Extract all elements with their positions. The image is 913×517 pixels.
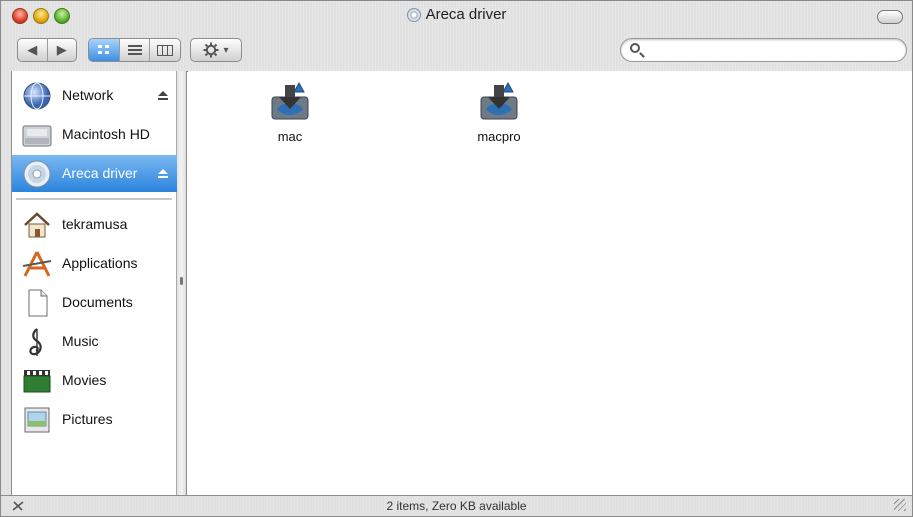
window-left-edge	[1, 71, 11, 495]
movies-icon	[23, 370, 51, 393]
window-title-area: Areca driver	[1, 6, 912, 26]
sidebar-item-applications[interactable]: Applications	[12, 245, 177, 282]
status-bar: 2 items, Zero KB available	[1, 495, 912, 516]
sidebar-item-network[interactable]: Network	[12, 77, 177, 114]
back-button[interactable]: ◀	[18, 39, 48, 61]
sidebar-item-music[interactable]: Music	[12, 323, 177, 360]
file-name: mac	[277, 129, 303, 144]
file-item-macpro[interactable]: macpro	[454, 71, 544, 144]
cd-icon	[406, 7, 421, 22]
chevron-down-icon: ▾	[223, 44, 229, 56]
sidebar-item-macintosh-hd[interactable]: Macintosh HD	[12, 116, 177, 153]
column-view-icon	[157, 44, 174, 56]
sidebar-item-label: Network	[62, 87, 114, 103]
network-icon	[23, 82, 51, 110]
sidebar-item-label: Areca driver	[62, 165, 138, 181]
view-mode-control	[88, 38, 181, 62]
eject-icon[interactable]	[157, 91, 169, 100]
forward-button[interactable]: ▶	[48, 39, 77, 61]
sidebar-item-areca-driver[interactable]: Areca driver	[12, 155, 177, 192]
sidebar-item-label: tekramusa	[62, 216, 128, 232]
cd-icon	[23, 160, 51, 188]
toolbar-toggle-button[interactable]	[877, 10, 903, 24]
home-icon	[24, 212, 50, 238]
sidebar-item-label: Applications	[62, 255, 138, 271]
sidebar-item-label: Macintosh HD	[62, 126, 150, 142]
sidebar-item-label: Movies	[62, 372, 107, 388]
file-browser: mac macpro	[188, 71, 912, 495]
sidebar-item-movies[interactable]: Movies	[12, 362, 177, 399]
music-icon	[29, 328, 42, 356]
search-field[interactable]	[620, 38, 907, 62]
file-name: macpro	[477, 129, 521, 144]
sidebar-item-label: Documents	[62, 294, 133, 310]
window-title: Areca driver	[425, 6, 507, 23]
back-forward-control: ◀ ▶	[17, 38, 77, 62]
sidebar-item-label: Pictures	[62, 411, 113, 427]
splitter-handle[interactable]	[180, 277, 183, 285]
sidebar-splitter[interactable]	[177, 71, 187, 495]
status-text: 2 items, Zero KB available	[386, 499, 527, 513]
finder-window: Areca driver ◀ ▶ ▾ Network Macintosh HD …	[0, 0, 913, 517]
action-button[interactable]: ▾	[190, 38, 242, 62]
sidebar-item-label: Music	[62, 333, 99, 349]
column-view-button[interactable]	[150, 39, 180, 61]
list-view-button[interactable]	[120, 39, 151, 61]
eject-icon[interactable]	[157, 169, 169, 178]
documents-icon	[28, 289, 48, 317]
gear-icon	[203, 42, 219, 58]
pictures-icon	[24, 407, 50, 433]
sidebar-item-documents[interactable]: Documents	[12, 284, 177, 321]
applications-icon	[22, 251, 52, 277]
sidebar-item-tekramusa[interactable]: tekramusa	[12, 206, 177, 243]
sidebar-item-pictures[interactable]: Pictures	[12, 401, 177, 438]
hard-drive-icon	[22, 125, 52, 147]
file-item-mac[interactable]: mac	[245, 71, 335, 144]
installer-package-icon	[478, 81, 520, 123]
resize-grip[interactable]	[894, 499, 906, 511]
installer-package-icon	[269, 81, 311, 123]
icon-view-button[interactable]	[89, 39, 120, 61]
list-view-icon	[127, 45, 142, 55]
icon-view-icon	[97, 45, 109, 54]
search-icon	[630, 43, 640, 53]
titlebar: Areca driver ◀ ▶ ▾	[1, 1, 912, 72]
sidebar-divider	[16, 198, 172, 200]
sidebar: Network Macintosh HD Areca driver tekram…	[11, 71, 177, 495]
